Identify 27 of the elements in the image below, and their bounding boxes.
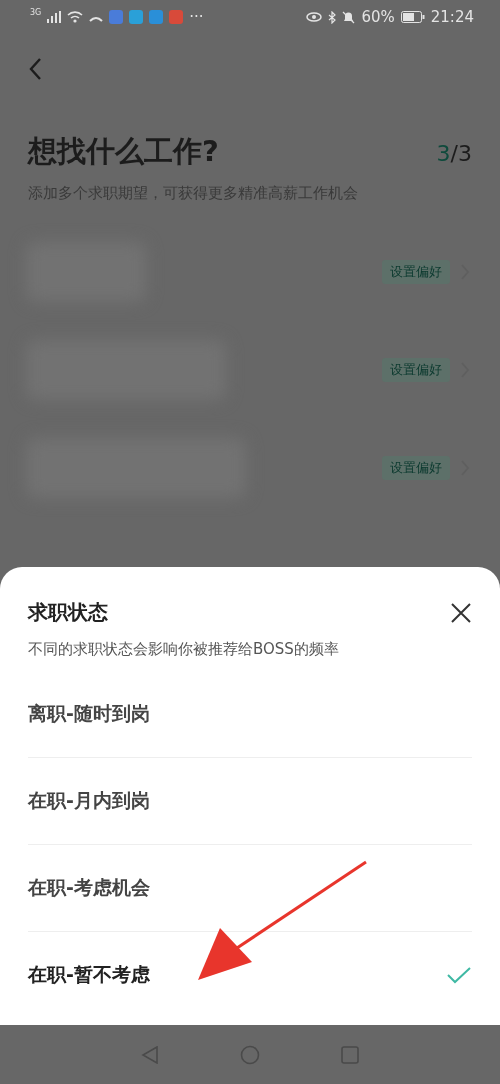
- more-notifications: ···: [189, 8, 204, 26]
- status-option[interactable]: 在职-月内到岗: [28, 757, 472, 844]
- bell-muted-icon: [342, 10, 356, 24]
- step-counter: 3/3: [436, 141, 472, 166]
- app-icon: [169, 10, 184, 24]
- app-icon: [149, 10, 164, 24]
- home-nav-icon[interactable]: [240, 1044, 260, 1065]
- page-title: 想找什么工作?: [28, 133, 219, 170]
- sheet-title: 求职状态: [28, 599, 108, 626]
- battery-icon: [400, 11, 425, 23]
- clock: 21:24: [430, 8, 474, 26]
- battery-percent: 60%: [361, 8, 395, 26]
- wifi-icon: [67, 11, 84, 23]
- sheet-subtitle: 不同的求职状态会影响你被推荐给BOSS的频率: [27, 639, 340, 659]
- bluetooth-icon: [328, 10, 337, 24]
- check-icon: [446, 966, 472, 984]
- app-icon: [129, 10, 144, 24]
- back-icon[interactable]: [28, 57, 42, 81]
- status-option[interactable]: 离职-随时到岗: [28, 671, 472, 757]
- signal-icon: [47, 11, 62, 23]
- back-nav-icon[interactable]: [140, 1045, 159, 1064]
- network-label: 3G: [30, 8, 42, 17]
- status-option[interactable]: 在职-考虑机会: [28, 844, 472, 931]
- recents-nav-icon[interactable]: [341, 1045, 360, 1064]
- app-icon: [109, 10, 124, 24]
- close-icon[interactable]: [450, 601, 472, 624]
- eye-icon: [306, 12, 323, 22]
